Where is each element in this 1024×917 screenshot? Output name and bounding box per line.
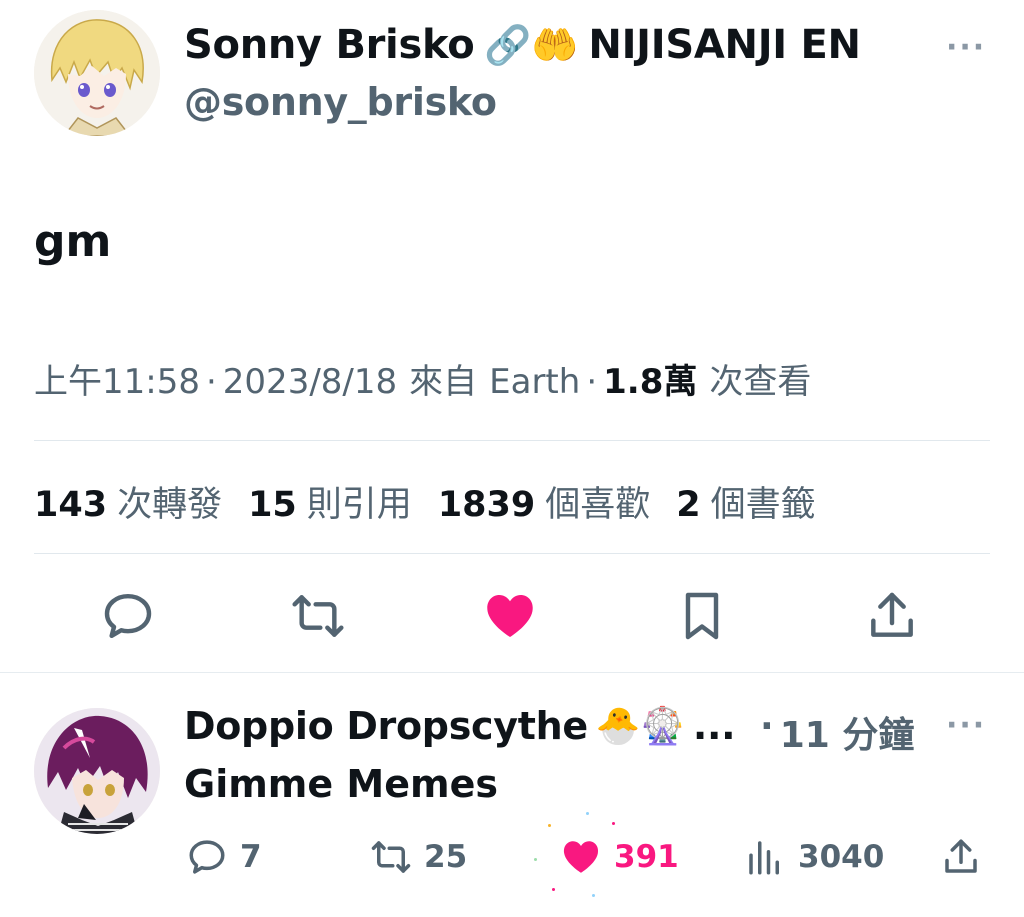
reply-separator: · bbox=[760, 706, 774, 747]
reply-time[interactable]: 11 分鐘 bbox=[780, 706, 915, 758]
avatar-image bbox=[34, 10, 160, 136]
like-icon bbox=[563, 841, 599, 873]
author-name-line[interactable]: Sonny Brisko 🔗🤲 NIJISANJI EN bbox=[184, 22, 861, 68]
source-prefix: 來自 bbox=[409, 362, 478, 402]
author-handle[interactable]: @sonny_brisko bbox=[184, 80, 497, 124]
views-count: 1.8萬 bbox=[603, 362, 698, 402]
meta-separator: · bbox=[586, 362, 598, 402]
reply-text: Gimme Memes bbox=[184, 762, 498, 806]
likes-count[interactable]: 1839 bbox=[438, 485, 535, 525]
reply-reply-button[interactable]: 7 bbox=[186, 836, 262, 878]
reply-author-avatar[interactable] bbox=[34, 708, 160, 834]
retweets-count[interactable]: 143 bbox=[34, 485, 107, 525]
author-name[interactable]: Sonny Brisko bbox=[184, 22, 475, 68]
tweet-meta: 上午11:58 · 2023/8/18 來自 Earth · 1.8萬 次查看 bbox=[34, 354, 811, 403]
reply-icon[interactable] bbox=[100, 588, 156, 644]
reply-author-emojis: 🐣🎡 bbox=[595, 706, 685, 747]
reply-avatar-image bbox=[34, 708, 160, 834]
reply-views-count: 3040 bbox=[798, 839, 885, 875]
reply-retweet-button[interactable]: 25 bbox=[370, 836, 467, 878]
reply-name-ellipsis: ... bbox=[692, 704, 736, 748]
bookmarks-count[interactable]: 2 bbox=[676, 485, 700, 525]
reply-share-button[interactable] bbox=[940, 836, 982, 878]
reply-more-options-icon[interactable]: ··· bbox=[946, 708, 986, 743]
divider bbox=[34, 440, 990, 441]
bookmark-icon[interactable] bbox=[674, 588, 730, 644]
retweet-icon[interactable] bbox=[290, 588, 346, 644]
reply-retweets-count: 25 bbox=[424, 839, 468, 875]
views-label: 次查看 bbox=[709, 362, 812, 402]
more-options-icon[interactable]: ··· bbox=[946, 30, 986, 65]
retweet-icon bbox=[371, 841, 411, 873]
divider bbox=[34, 553, 990, 554]
like-sparkle bbox=[612, 822, 615, 825]
tweet-time[interactable]: 上午11:58 bbox=[34, 354, 200, 403]
author-avatar[interactable] bbox=[34, 10, 160, 136]
divider bbox=[0, 672, 1024, 673]
reply-like-button[interactable]: 391 bbox=[560, 836, 679, 878]
tweet-stats: 143 次轉發 15 則引用 1839 個喜歡 2 個書籤 bbox=[34, 476, 842, 527]
like-sparkle bbox=[548, 824, 551, 827]
reply-views-button[interactable]: 3040 bbox=[744, 836, 884, 878]
meta-separator: · bbox=[205, 362, 217, 402]
author-emojis: 🔗🤲 bbox=[484, 22, 579, 67]
share-icon[interactable] bbox=[864, 588, 920, 644]
tweet-date[interactable]: 2023/8/18 bbox=[223, 362, 397, 402]
like-sparkle bbox=[552, 888, 555, 891]
tweet-text: gm bbox=[34, 216, 112, 267]
reply-replies-count: 7 bbox=[240, 839, 262, 875]
reply-author-name-line[interactable]: Doppio Dropscythe 🐣🎡 ... bbox=[184, 704, 736, 748]
reply-icon bbox=[189, 840, 225, 874]
likes-label[interactable]: 個喜歡 bbox=[545, 476, 650, 527]
author-affiliation: NIJISANJI EN bbox=[588, 22, 861, 68]
like-sparkle bbox=[592, 894, 595, 897]
like-icon[interactable] bbox=[482, 588, 538, 644]
quotes-count[interactable]: 15 bbox=[248, 485, 297, 525]
like-sparkle bbox=[534, 858, 537, 861]
reply-likes-count: 391 bbox=[614, 839, 679, 875]
share-icon bbox=[945, 839, 977, 873]
like-sparkle bbox=[586, 812, 589, 815]
quotes-label[interactable]: 則引用 bbox=[307, 476, 412, 527]
views-icon bbox=[749, 841, 779, 875]
tweet-source: Earth bbox=[489, 362, 581, 402]
bookmarks-label[interactable]: 個書籤 bbox=[711, 476, 816, 527]
retweets-label[interactable]: 次轉發 bbox=[117, 476, 222, 527]
reply-time-line: · 11 分鐘 bbox=[760, 706, 914, 758]
reply-author-name[interactable]: Doppio Dropscythe bbox=[184, 704, 588, 748]
